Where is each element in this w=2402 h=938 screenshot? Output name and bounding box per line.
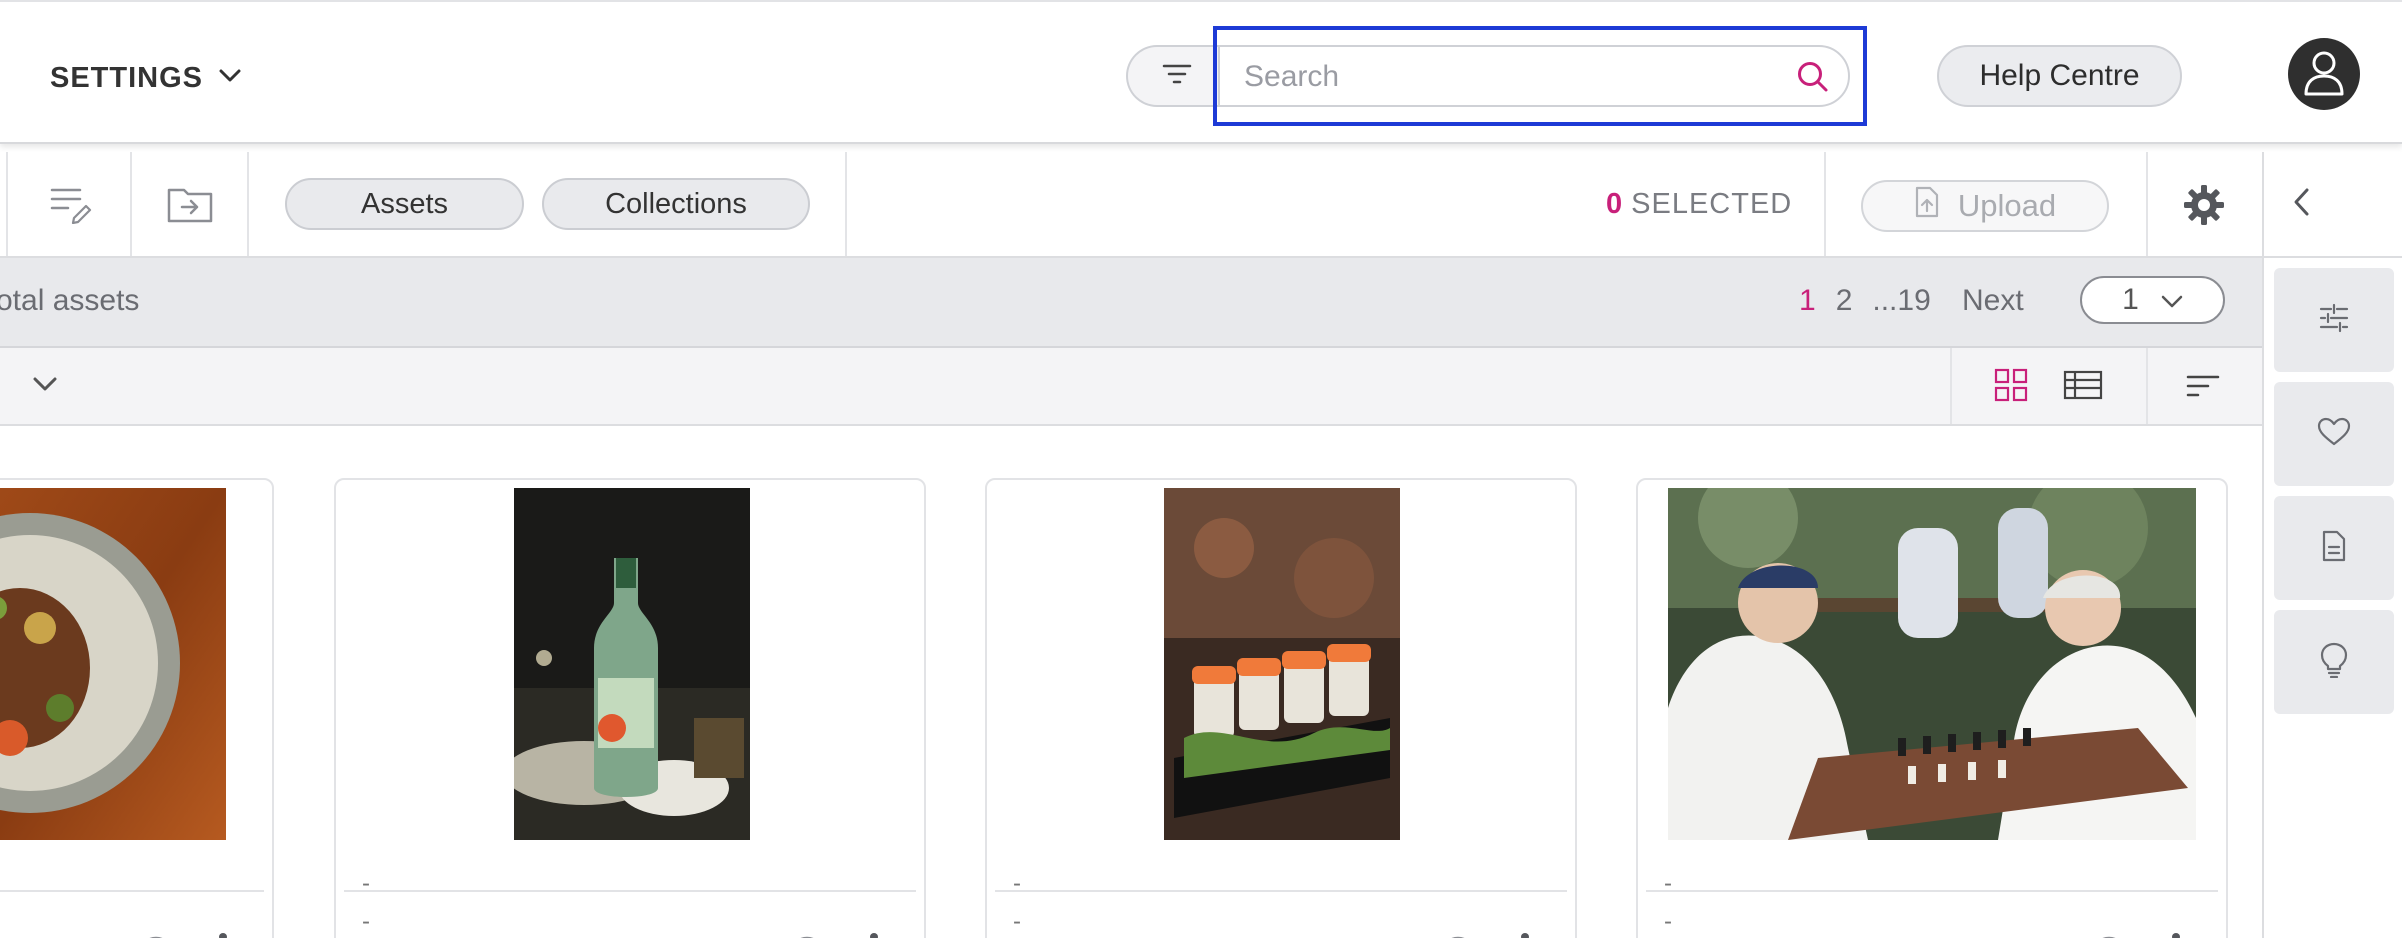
- more-vertical-icon[interactable]: [218, 932, 228, 938]
- asset-thumbnail[interactable]: [1668, 488, 2196, 840]
- tab-collections[interactable]: Collections: [542, 178, 810, 230]
- results-info-bar: otal assets 1 2 ...19 Next 1: [0, 258, 2262, 348]
- insights-panel-button[interactable]: [2274, 610, 2394, 714]
- page-link-last[interactable]: ...19: [1872, 284, 1930, 318]
- chevron-down-icon: [2161, 283, 2183, 317]
- list-view-icon[interactable]: [2063, 370, 2103, 405]
- asset-meta-line: -: [1664, 908, 1672, 935]
- settings-menu-label: SETTINGS: [50, 61, 204, 94]
- avatar[interactable]: [2288, 38, 2360, 110]
- selected-count: 0 SELECTED: [1606, 188, 1792, 221]
- toolbar-divider: [845, 152, 847, 256]
- upload-file-icon: [1914, 186, 1940, 226]
- card-divider: [0, 890, 264, 892]
- favorites-panel-button[interactable]: [2274, 382, 2394, 486]
- view-options-bar: [0, 348, 2262, 426]
- card-divider: [1646, 890, 2218, 892]
- filters-panel-button[interactable]: [2274, 268, 2394, 372]
- asset-grid: - - - - - -: [0, 426, 2262, 938]
- collapse-panel-button[interactable]: [2264, 152, 2402, 258]
- settings-menu[interactable]: SETTINGS: [50, 58, 241, 98]
- asset-card[interactable]: - -: [334, 478, 926, 938]
- visibility-off-icon[interactable]: [2090, 934, 2128, 938]
- visibility-off-icon[interactable]: [137, 934, 175, 938]
- document-icon: [2321, 530, 2347, 567]
- tab-label: Collections: [605, 187, 747, 220]
- sort-icon[interactable]: [2186, 374, 2220, 403]
- folder-move-icon[interactable]: [166, 184, 214, 229]
- edit-list-icon[interactable]: [48, 184, 94, 229]
- more-vertical-icon[interactable]: [869, 932, 879, 938]
- asset-meta-line: -: [362, 908, 370, 935]
- tab-label: Assets: [360, 187, 449, 220]
- next-page-link[interactable]: Next: [1962, 284, 2024, 318]
- right-side-panel: [2262, 152, 2402, 938]
- search-focus-outline: [1213, 26, 1867, 126]
- asset-meta-line: -: [362, 870, 370, 897]
- details-panel-button[interactable]: [2274, 496, 2394, 600]
- asset-meta-line: -: [1664, 870, 1672, 897]
- total-assets-text: otal assets: [0, 284, 140, 317]
- toolbar-divider: [130, 152, 132, 256]
- gear-icon[interactable]: [2183, 184, 2225, 231]
- toolbar-divider: [1824, 152, 1826, 256]
- help-centre-button[interactable]: Help Centre: [1937, 45, 2182, 107]
- user-icon: [2302, 48, 2346, 101]
- toolbar-divider: [247, 152, 249, 256]
- heart-icon: [2317, 417, 2351, 452]
- selected-count-number: 0: [1606, 188, 1624, 220]
- tab-assets[interactable]: Assets: [285, 178, 524, 230]
- search-filter-button[interactable]: [1126, 45, 1226, 107]
- asset-meta-line: -: [1013, 908, 1021, 935]
- sliders-icon: [2318, 302, 2350, 339]
- filter-icon: [1162, 63, 1192, 90]
- toolbar-divider: [2146, 152, 2148, 256]
- page-link-current[interactable]: 1: [1799, 284, 1816, 318]
- chevron-left-icon: [2292, 187, 2310, 222]
- page-select-value: 1: [2122, 283, 2139, 316]
- visibility-off-icon[interactable]: [1439, 934, 1477, 938]
- upload-label: Upload: [1957, 188, 2057, 223]
- asset-card[interactable]: [0, 478, 274, 938]
- asset-card[interactable]: - -: [1636, 478, 2228, 938]
- toolbar-divider: [6, 152, 8, 256]
- top-header: SETTINGS Help Centre: [0, 0, 2402, 144]
- more-vertical-icon[interactable]: [2171, 932, 2181, 938]
- lightbulb-icon: [2320, 642, 2348, 683]
- viewbar-divider: [1950, 348, 1952, 424]
- pagination: 1 2 ...19: [1799, 284, 1931, 318]
- asset-thumbnail[interactable]: [0, 488, 226, 840]
- page-select[interactable]: 1: [2080, 276, 2225, 324]
- more-vertical-icon[interactable]: [1520, 932, 1530, 938]
- visibility-off-icon[interactable]: [788, 934, 826, 938]
- card-divider: [344, 890, 916, 892]
- selected-count-label: SELECTED: [1631, 188, 1793, 220]
- asset-toolbar: Assets Collections 0 SELECTED Upload: [0, 152, 2262, 258]
- page-link[interactable]: 2: [1836, 284, 1853, 318]
- asset-thumbnail[interactable]: [514, 488, 750, 840]
- asset-card[interactable]: - -: [985, 478, 1577, 938]
- chevron-down-icon: [219, 69, 241, 88]
- asset-thumbnail[interactable]: [1164, 488, 1400, 840]
- card-divider: [995, 890, 1567, 892]
- upload-button[interactable]: Upload: [1861, 180, 2109, 232]
- viewbar-divider: [2146, 348, 2148, 424]
- chevron-down-icon[interactable]: [32, 376, 58, 399]
- grid-view-icon[interactable]: [1994, 368, 2028, 407]
- asset-meta-line: -: [1013, 870, 1021, 897]
